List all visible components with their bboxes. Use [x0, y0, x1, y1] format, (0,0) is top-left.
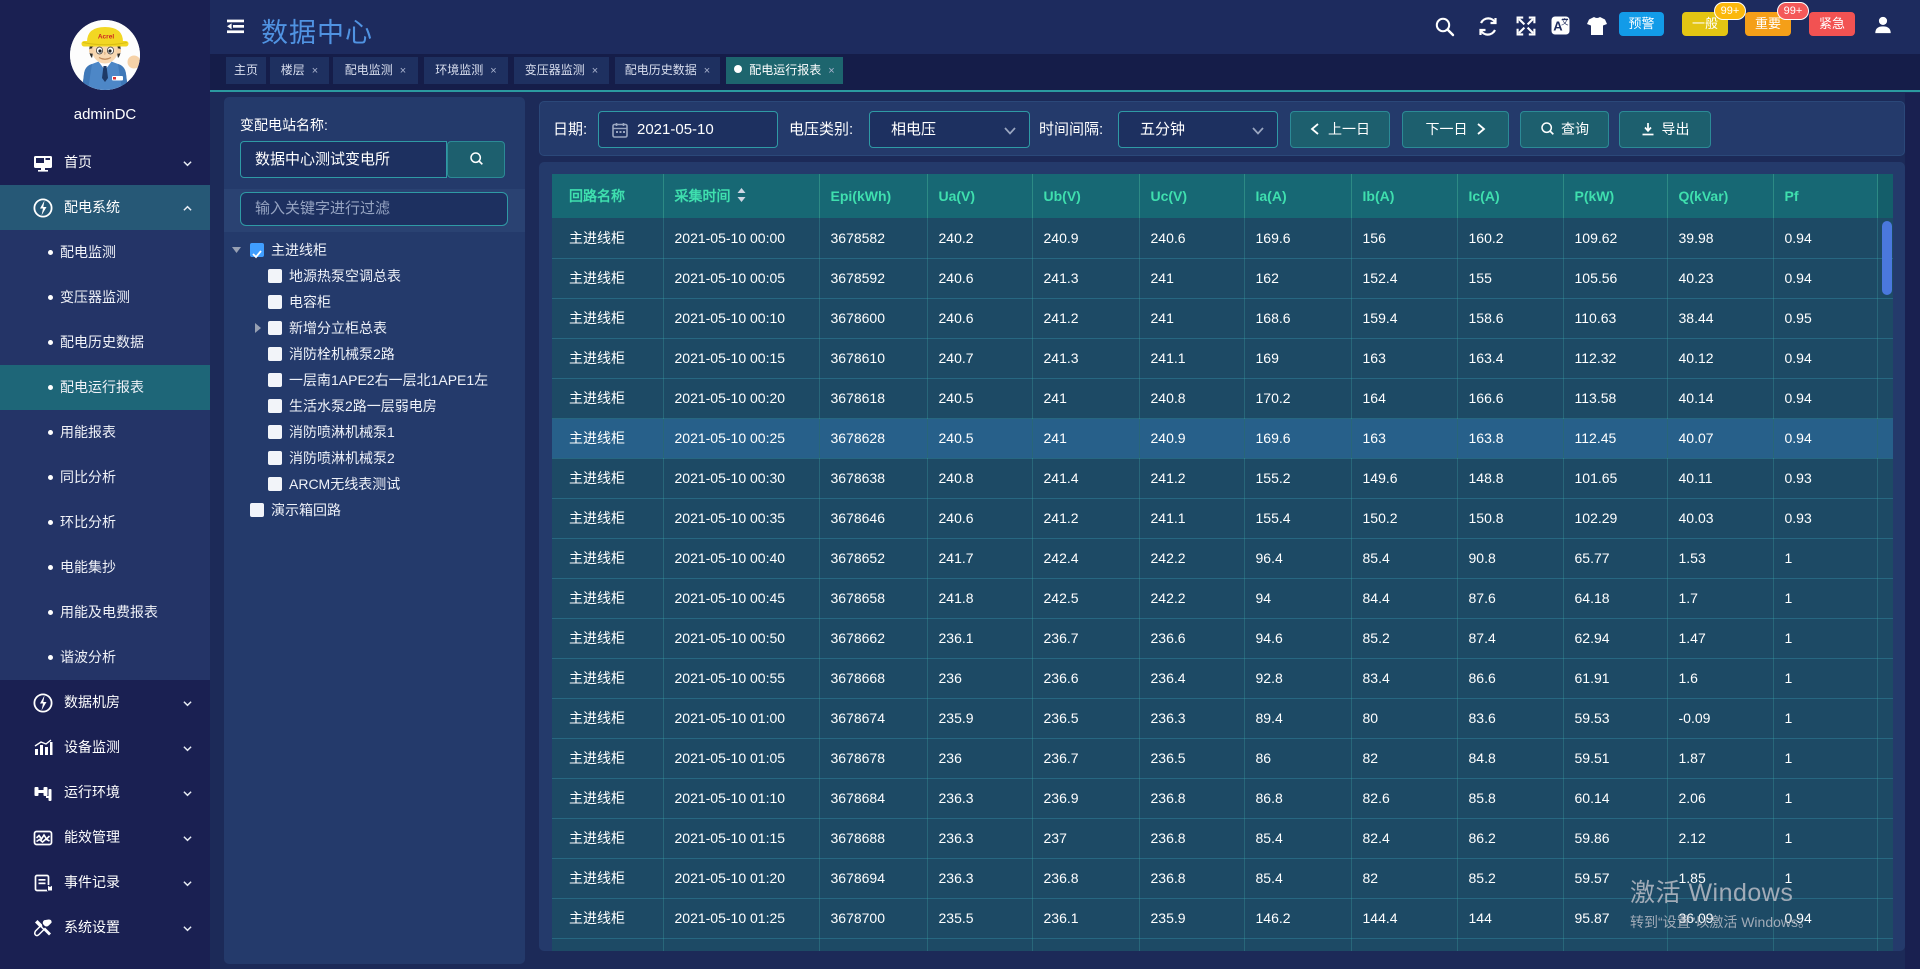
svg-text:Acrel: Acrel	[98, 34, 114, 41]
svg-text:文: 文	[1561, 17, 1569, 27]
